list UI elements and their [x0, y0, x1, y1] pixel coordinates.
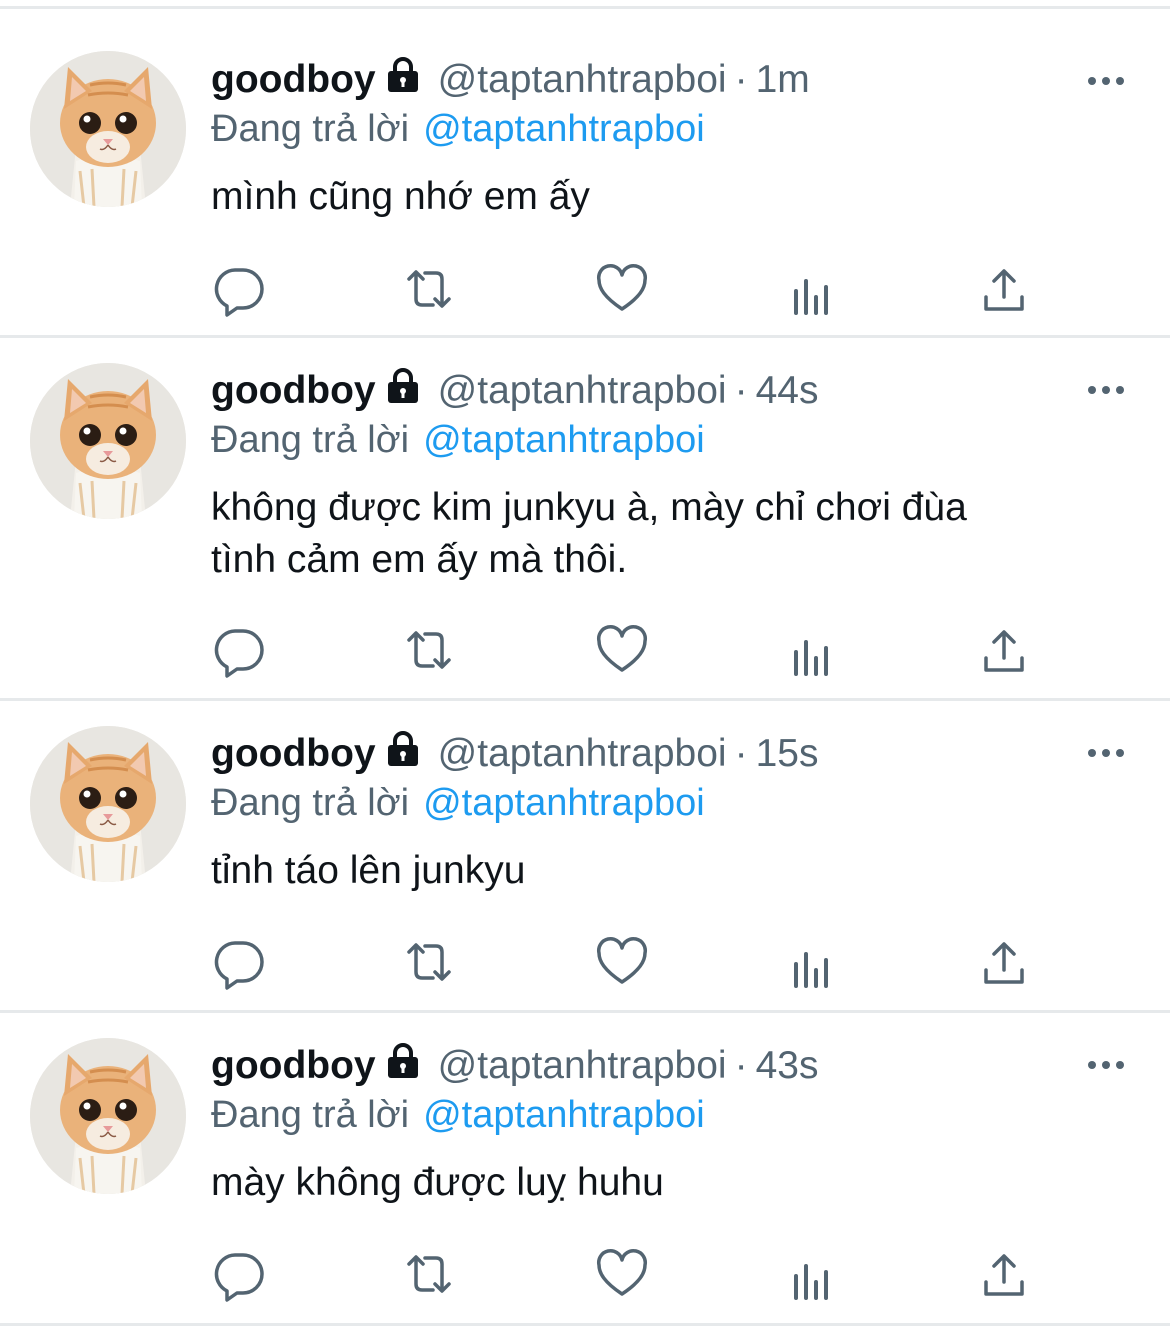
tweet-text: không được kim junkyu à, mày chỉ chơi đù… [211, 486, 967, 581]
tweet-text: mày không được luỵ huhu [211, 1161, 664, 1204]
display-name[interactable]: goodboy [211, 369, 376, 412]
replying-to: Đang trả lời @taptanhtrapboi [211, 1091, 1130, 1139]
tweet-text: tỉnh táo lên junkyu [211, 849, 526, 892]
user-handle[interactable]: @taptanhtrapboi [438, 1044, 727, 1087]
share-icon[interactable] [976, 622, 1032, 678]
analytics-icon[interactable] [784, 261, 840, 317]
more-icon[interactable] [1086, 71, 1126, 91]
analytics-icon[interactable] [784, 934, 840, 990]
timestamp[interactable]: 15s [756, 732, 819, 775]
replying-to-mention[interactable]: @taptanhtrapboi [423, 1094, 705, 1136]
avatar[interactable] [30, 51, 186, 207]
reply-icon[interactable] [211, 261, 267, 317]
replying-to-mention[interactable]: @taptanhtrapboi [423, 108, 705, 150]
lock-icon [384, 730, 422, 781]
replying-to-label: Đang trả lời [211, 782, 410, 824]
retweet-icon[interactable] [401, 622, 457, 678]
tweet[interactable]: goodboy @taptanhtrapboi · 1m Đang trả lời @t… [0, 9, 1170, 338]
lock-icon [384, 367, 422, 418]
retweet-icon[interactable] [401, 1246, 457, 1302]
lock-icon [384, 56, 422, 107]
tweet-header: goodboy @taptanhtrapboi · 43s [211, 1041, 1130, 1091]
analytics-icon[interactable] [784, 622, 840, 678]
separator-dot: · [734, 58, 748, 101]
more-icon[interactable] [1086, 743, 1126, 763]
retweet-icon[interactable] [401, 934, 457, 990]
display-name[interactable]: goodboy [211, 58, 376, 101]
tweet-content: goodboy @taptanhtrapboi · 44s Đang trả lời @… [211, 366, 1130, 586]
reply-icon[interactable] [211, 934, 267, 990]
timestamp[interactable]: 43s [756, 1044, 819, 1087]
share-icon[interactable] [976, 261, 1032, 317]
separator-dot: · [734, 369, 748, 412]
action-bar [211, 1246, 1041, 1302]
analytics-icon[interactable] [784, 1246, 840, 1302]
display-name[interactable]: goodboy [211, 732, 376, 775]
heart-icon[interactable] [594, 622, 650, 678]
replying-to-mention[interactable]: @taptanhtrapboi [423, 419, 705, 461]
tweet-text: mình cũng nhớ em ấy [211, 175, 590, 218]
replying-to: Đang trả lời @taptanhtrapboi [211, 105, 1130, 153]
display-name[interactable]: goodboy [211, 1044, 376, 1087]
retweet-icon[interactable] [401, 261, 457, 317]
tweet-content: goodboy @taptanhtrapboi · 15s Đang trả lời @… [211, 729, 1130, 897]
action-bar [211, 261, 1041, 317]
tweet-header: goodboy @taptanhtrapboi · 44s [211, 366, 1130, 416]
user-handle[interactable]: @taptanhtrapboi [438, 732, 727, 775]
heart-icon[interactable] [594, 934, 650, 990]
more-icon[interactable] [1086, 380, 1126, 400]
replying-to-label: Đang trả lời [211, 108, 410, 150]
avatar[interactable] [30, 726, 186, 882]
tweet-content: goodboy @taptanhtrapboi · 1m Đang trả lời @t… [211, 55, 1130, 223]
share-icon[interactable] [976, 934, 1032, 990]
timestamp[interactable]: 1m [756, 58, 810, 101]
user-handle[interactable]: @taptanhtrapboi [438, 58, 727, 101]
tweet[interactable]: goodboy @taptanhtrapboi · 44s Đang trả lời @… [0, 338, 1170, 701]
separator-dot: · [734, 732, 748, 775]
avatar[interactable] [30, 363, 186, 519]
timestamp[interactable]: 44s [756, 369, 819, 412]
heart-icon[interactable] [594, 1246, 650, 1302]
replying-to: Đang trả lời @taptanhtrapboi [211, 416, 1130, 464]
tweet-content: goodboy @taptanhtrapboi · 43s Đang trả lời @… [211, 1041, 1130, 1209]
share-icon[interactable] [976, 1246, 1032, 1302]
heart-icon[interactable] [594, 261, 650, 317]
more-icon[interactable] [1086, 1055, 1126, 1075]
replying-to: Đang trả lời @taptanhtrapboi [211, 779, 1130, 827]
action-bar [211, 622, 1041, 678]
user-handle[interactable]: @taptanhtrapboi [438, 369, 727, 412]
tweet-header: goodboy @taptanhtrapboi · 1m [211, 55, 1130, 105]
separator-dot: · [734, 1044, 748, 1087]
action-bar [211, 934, 1041, 990]
lock-icon [384, 1042, 422, 1093]
tweet[interactable]: goodboy @taptanhtrapboi · 43s Đang trả lời @… [0, 1013, 1170, 1326]
tweet[interactable]: goodboy @taptanhtrapboi · 15s Đang trả lời @… [0, 701, 1170, 1013]
reply-icon[interactable] [211, 1246, 267, 1302]
replying-to-label: Đang trả lời [211, 419, 410, 461]
reply-icon[interactable] [211, 622, 267, 678]
tweet-header: goodboy @taptanhtrapboi · 15s [211, 729, 1130, 779]
replying-to-label: Đang trả lời [211, 1094, 410, 1136]
reply-feed: goodboy @taptanhtrapboi · 1m Đang trả lời @t… [0, 9, 1170, 1326]
avatar[interactable] [30, 1038, 186, 1194]
replying-to-mention[interactable]: @taptanhtrapboi [423, 782, 705, 824]
